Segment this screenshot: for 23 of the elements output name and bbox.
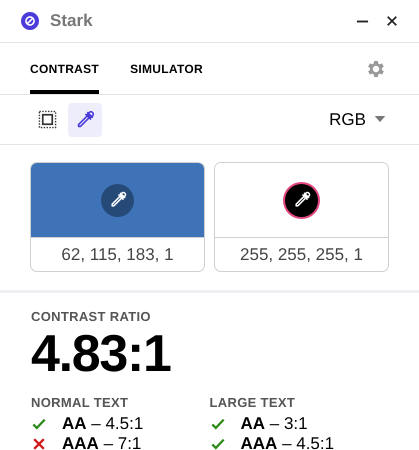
result-text: AA – 3:1 <box>240 413 308 436</box>
contrast-ratio-label: CONTRAST RATIO <box>31 308 152 326</box>
app-logo-icon <box>21 12 39 30</box>
tab[interactable]: SIMULATOR <box>130 43 203 94</box>
result-text: AAA – 4.5:1 <box>240 433 334 450</box>
eyedropper-button[interactable] <box>101 184 134 216</box>
caret-icon <box>374 116 386 123</box>
close-icon[interactable] <box>386 15 398 27</box>
selection-icon <box>38 110 56 129</box>
color-mode-dropdown[interactable]: RGB <box>329 106 386 132</box>
color-swatch-card[interactable]: 62, 115, 183, 1 <box>30 162 205 272</box>
group-title: LARGE TEXT <box>210 394 296 412</box>
result-text: AA – 4.5:1 <box>62 413 144 436</box>
color-value: 62, 115, 183, 1 <box>60 244 175 266</box>
color-swatch-card[interactable]: 255, 255, 255, 1 <box>214 162 389 272</box>
contrast-ratio-value: 4.83:1 <box>31 324 172 382</box>
group-title: NORMAL TEXT <box>31 394 130 412</box>
result-text: AAA – 7:1 <box>62 433 142 450</box>
eyedropper-tool-button[interactable] <box>68 102 102 136</box>
tab[interactable]: CONTRAST <box>30 43 100 94</box>
eyedropper-button[interactable] <box>285 184 318 216</box>
color-value: 255, 255, 255, 1 <box>239 244 364 266</box>
window-title: Stark <box>50 10 93 32</box>
